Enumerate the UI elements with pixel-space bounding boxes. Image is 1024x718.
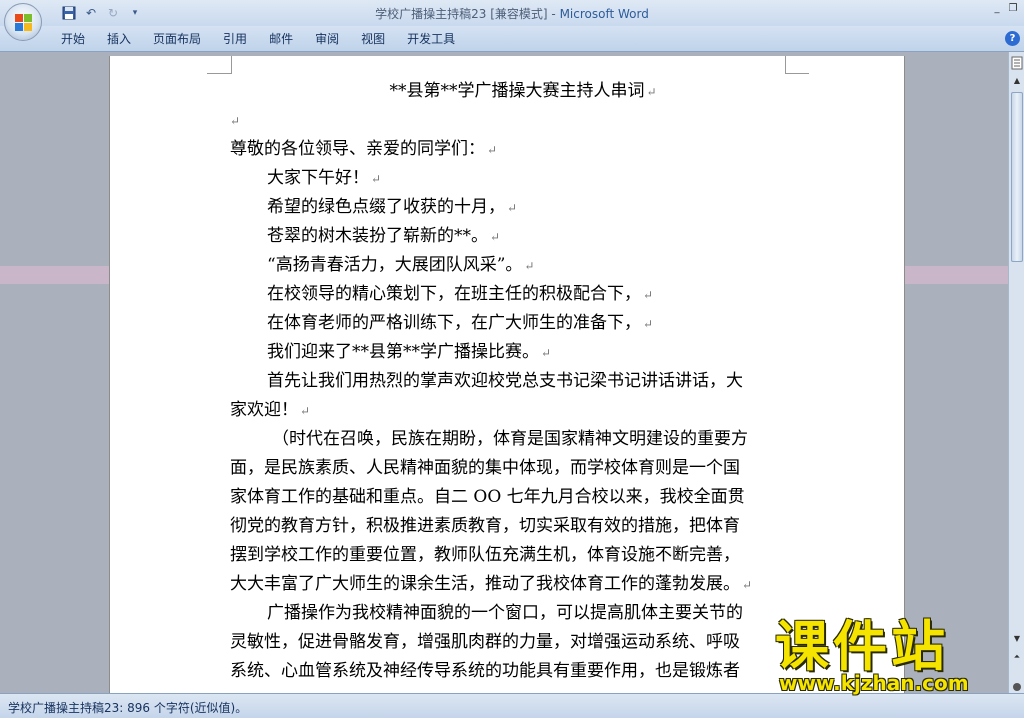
document-title: 学校广播操主持稿23 [兼容模式] - <box>375 7 560 21</box>
tab-page-layout[interactable]: 页面布局 <box>142 30 212 48</box>
doc-line: （时代在召唤，民族在期盼，体育是国家精神文明建设的重要方 <box>272 429 748 449</box>
window-title: 学校广播操主持稿23 [兼容模式] - Microsoft Word <box>0 5 1024 22</box>
doc-line: “高扬青春活力，大展团队风采”。 ↵ <box>267 255 535 275</box>
tab-view[interactable]: 视图 <box>350 30 396 48</box>
doc-line: 苍翠的树木装扮了崭新的**。 ↵ <box>267 226 501 246</box>
scroll-thumb[interactable] <box>1011 92 1023 262</box>
doc-line: 首先让我们用热烈的掌声欢迎校党总支书记梁书记讲话讲话，大 <box>267 371 743 391</box>
document-workspace: **县第**学广播操大赛主持人串词 ↵ ↵ 尊敬的各位领导、亲爱的同学们： ↵ 大家… <box>0 52 1008 706</box>
minimize-button[interactable]: _ <box>990 2 1004 16</box>
salutation: 尊敬的各位领导、亲爱的同学们： ↵ <box>230 139 498 159</box>
watermark-text: 课件站 <box>775 615 949 678</box>
window-controls: _ ❐ <box>990 2 1020 16</box>
ribbon-tabs-bar: 开始 插入 页面布局 引用 邮件 审阅 视图 开发工具 ? <box>0 26 1024 52</box>
greeting: 大家下午好！ ↵ <box>267 168 382 188</box>
document-body[interactable]: **县第**学广播操大赛主持人串词 ↵ ↵ 尊敬的各位领导、亲爱的同学们： ↵ 大家… <box>230 76 788 686</box>
doc-line: 在体育老师的严格训练下，在广大师生的准备下， ↵ <box>267 313 654 333</box>
app-name: Microsoft Word <box>559 7 649 21</box>
crop-mark <box>785 73 809 74</box>
tab-references[interactable]: 引用 <box>212 30 258 48</box>
crop-mark <box>785 56 786 74</box>
doc-line: 在校领导的精心策划下，在班主任的积极配合下， ↵ <box>267 284 654 304</box>
crop-mark <box>231 56 232 74</box>
crop-mark <box>207 73 231 74</box>
doc-line: 家体育工作的基础和重点。自二 OO 七年九月合校以来，我校全面贯 <box>230 487 745 507</box>
tab-insert[interactable]: 插入 <box>96 30 142 48</box>
restore-button[interactable]: ❐ <box>1006 2 1020 16</box>
doc-line: 广播操作为我校精神面貌的一个窗口，可以提高肌体主要关节的 <box>267 603 743 623</box>
ribbon-tabs: 开始 插入 页面布局 引用 邮件 审阅 视图 开发工具 <box>50 30 466 48</box>
doc-line: 希望的绿色点缀了收获的十月， ↵ <box>267 197 518 217</box>
office-logo-icon <box>15 14 33 32</box>
tab-developer[interactable]: 开发工具 <box>396 30 466 48</box>
word-count-status[interactable]: 学校广播操主持稿23: 896 个字符(近似值)。 <box>8 699 247 716</box>
doc-line: 大大丰富了广大师生的课余生活，推动了我校体育工作的蓬勃发展。 ↵ <box>230 574 753 594</box>
office-button[interactable] <box>4 3 42 41</box>
watermark-logo: 课件站 www.kjzhan.com <box>775 617 1007 697</box>
doc-title: **县第**学广播操大赛主持人串词 ↵ <box>389 81 657 101</box>
tab-review[interactable]: 审阅 <box>304 30 350 48</box>
doc-line: 系统、心血管系统及神经传导系统的功能具有重要作用，也是锻炼者 <box>230 661 740 681</box>
document-page[interactable]: **县第**学广播操大赛主持人串词 ↵ ↵ 尊敬的各位领导、亲爱的同学们： ↵ 大家… <box>109 56 905 706</box>
doc-line: 我们迎来了**县第**学广播操比赛。 ↵ <box>267 342 552 362</box>
empty-paragraph: ↵ <box>230 114 241 128</box>
tab-mailings[interactable]: 邮件 <box>258 30 304 48</box>
scroll-down-arrow-icon[interactable]: ▼ <box>1010 632 1024 646</box>
select-browse-object-icon[interactable] <box>1013 683 1021 691</box>
previous-page-icon[interactable]: ⏶ <box>1010 650 1024 664</box>
doc-line: 彻党的教育方针，积极推进素质教育，切实采取有效的措施，把体育 <box>230 516 740 536</box>
scroll-up-arrow-icon[interactable]: ▲ <box>1010 74 1024 88</box>
doc-line: 面，是民族素质、人民精神面貌的集中体现，而学校体育则是一个国 <box>230 458 740 478</box>
ruler-toggle-icon[interactable] <box>1010 56 1024 72</box>
doc-line: 家欢迎！ ↵ <box>230 400 311 420</box>
tab-home[interactable]: 开始 <box>50 30 96 48</box>
doc-line: 灵敏性，促进骨骼发育，增强肌肉群的力量，对增强运动系统、呼吸 <box>230 632 740 652</box>
title-bar: ↶ ↻ ▾ 学校广播操主持稿23 [兼容模式] - Microsoft Word… <box>0 0 1024 26</box>
help-icon[interactable]: ? <box>1005 31 1020 46</box>
watermark-url: www.kjzhan.com <box>779 671 969 695</box>
vertical-scrollbar[interactable]: ▲ ▼ ⏶ ⏷ <box>1008 52 1024 709</box>
doc-line: 摆到学校工作的重要位置，教师队伍充满生机，体育设施不断完善， <box>230 545 740 565</box>
